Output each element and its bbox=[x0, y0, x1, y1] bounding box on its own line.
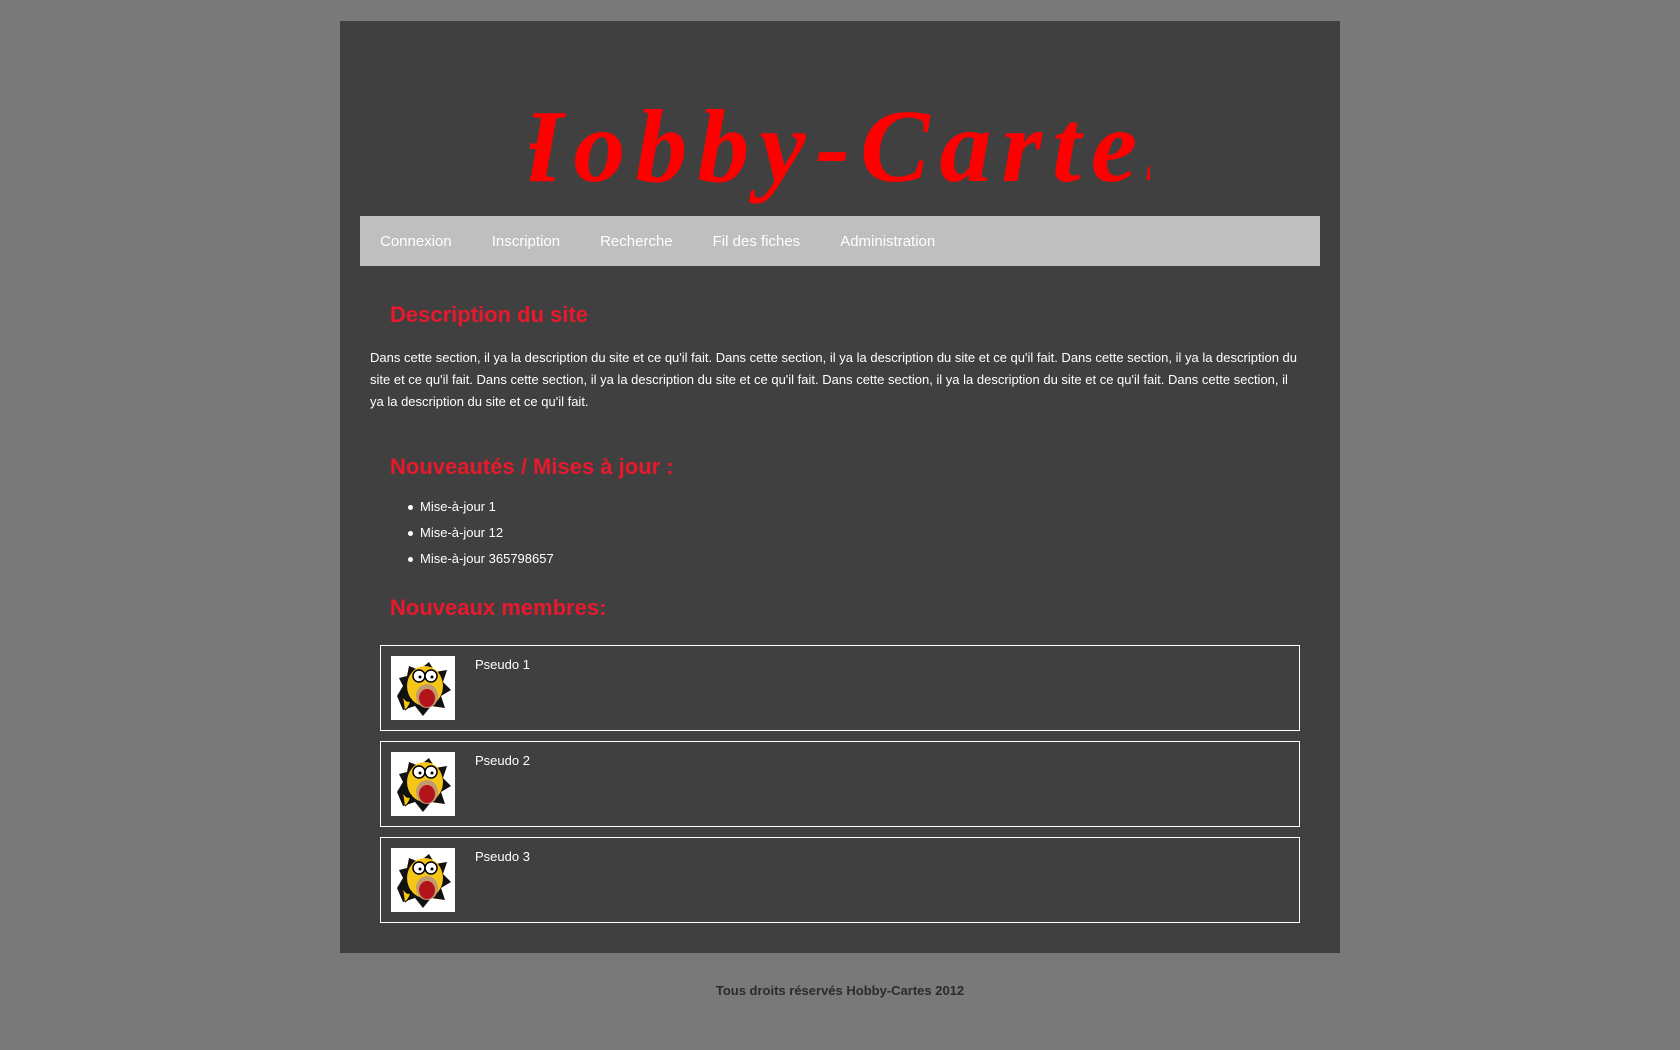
member-card[interactable]: Pseudo 3 bbox=[380, 837, 1300, 923]
logo-wordmark: Hobby-Cartes bbox=[530, 89, 1150, 204]
homer-avatar-icon[interactable] bbox=[391, 656, 455, 720]
member-pseudo[interactable]: Pseudo 2 bbox=[475, 753, 530, 768]
homer-avatar-icon[interactable] bbox=[391, 752, 455, 816]
nav-inscription[interactable]: Inscription bbox=[492, 233, 560, 250]
main-nav: Connexion Inscription Recherche Fil des … bbox=[360, 216, 1320, 266]
nav-recherche[interactable]: Recherche bbox=[600, 233, 673, 250]
description-heading: Description du site bbox=[390, 302, 589, 327]
members-heading: Nouveaux membres: bbox=[390, 595, 607, 620]
member-card[interactable]: Pseudo 2 bbox=[380, 741, 1300, 827]
nav-connexion[interactable]: Connexion bbox=[380, 233, 452, 250]
homer-avatar-icon[interactable] bbox=[391, 848, 455, 912]
member-card[interactable]: Pseudo 1 bbox=[380, 645, 1300, 731]
main-container: Hobby-Cartes Connexion Inscription Reche… bbox=[340, 21, 1340, 953]
footer-text: Tous droits réservés Hobby-Cartes 2012 bbox=[715, 983, 965, 998]
updates-list: Mise-à-jour 1 Mise-à-jour 12 Mise-à-jour… bbox=[408, 499, 554, 577]
update-item: Mise-à-jour 12 bbox=[408, 525, 554, 551]
nav-administration[interactable]: Administration bbox=[840, 233, 935, 250]
member-pseudo[interactable]: Pseudo 1 bbox=[475, 657, 530, 672]
update-item: Mise-à-jour 1 bbox=[408, 499, 554, 525]
update-item: Mise-à-jour 365798657 bbox=[408, 551, 554, 577]
description-text: Dans cette section, il ya la description… bbox=[370, 350, 1297, 409]
nav-fil-des-fiches[interactable]: Fil des fiches bbox=[713, 233, 801, 250]
site-logo[interactable]: Hobby-Cartes bbox=[340, 76, 1340, 226]
svg-text:Hobby-Cartes: Hobby-Cartes bbox=[530, 89, 1150, 204]
updates-heading: Nouveautés / Mises à jour : bbox=[390, 454, 674, 479]
member-pseudo[interactable]: Pseudo 3 bbox=[475, 849, 530, 864]
